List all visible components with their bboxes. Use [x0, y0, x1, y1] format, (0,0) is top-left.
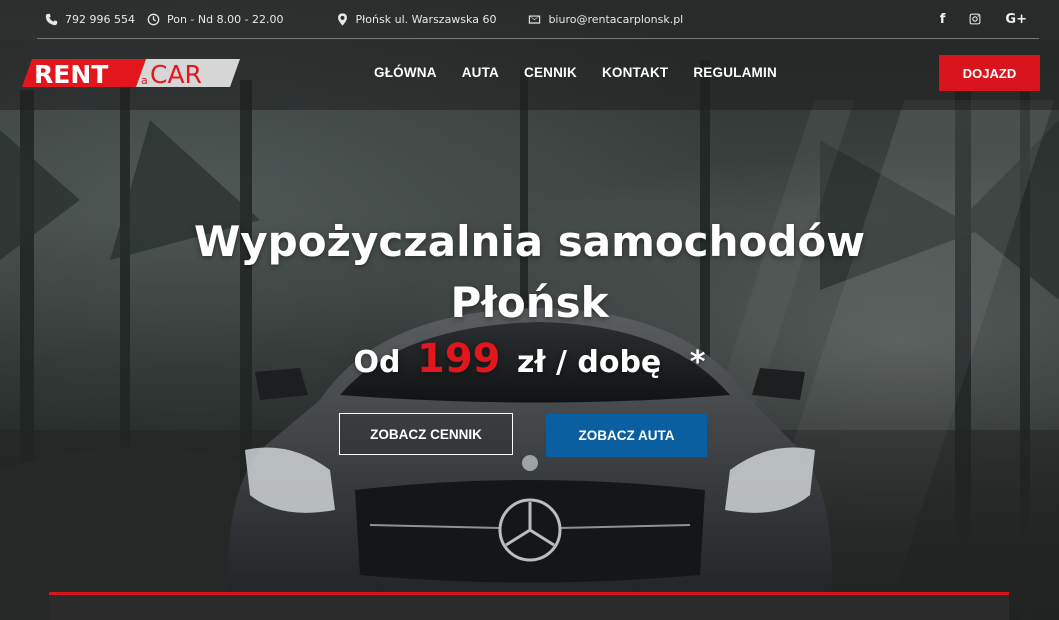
nav-item-glowna[interactable]: GŁÓWNA — [374, 65, 437, 80]
phone-info[interactable]: 792 996 554 — [45, 13, 135, 26]
address-text: Płońsk ul. Warszawska 60 — [355, 12, 497, 26]
content-panel-top — [49, 592, 1009, 620]
social-links: f G+ — [940, 12, 1027, 27]
main-header: RENT a CAR GŁÓWNA AUTA CENNIK KONTAKT RE… — [0, 40, 1059, 110]
phone-icon — [45, 13, 58, 25]
svg-text:a: a — [141, 74, 148, 87]
email-info[interactable]: biuro@rentacarplonsk.pl — [528, 13, 683, 26]
facebook-icon[interactable]: f — [940, 12, 946, 27]
price-footnote-star: * — [689, 345, 706, 380]
top-info-bar: 792 996 554 Pon - Nd 8.00 - 22.00 Płońsk… — [0, 0, 1059, 40]
main-nav: GŁÓWNA AUTA CENNIK KONTAKT REGULAMIN — [374, 65, 777, 80]
price-line: Od 199 zł / dobę * — [0, 336, 1059, 382]
svg-text:RENT: RENT — [34, 60, 108, 88]
envelope-icon — [529, 14, 541, 24]
map-pin-icon — [337, 12, 347, 26]
nav-item-auta[interactable]: AUTA — [462, 65, 499, 80]
hero-title-line1: Wypożyczalnia samochodów — [193, 217, 866, 266]
see-pricing-button[interactable]: ZOBACZ CENNIK — [339, 413, 513, 455]
nav-item-regulamin[interactable]: REGULAMIN — [693, 65, 777, 80]
phone-number: 792 996 554 — [65, 12, 135, 26]
price-prefix: Od — [353, 345, 401, 380]
address-info: Płońsk ul. Warszawska 60 — [336, 12, 497, 26]
google-plus-icon[interactable]: G+ — [1005, 12, 1027, 27]
nav-item-kontakt[interactable]: KONTAKT — [602, 65, 668, 80]
hours-info: Pon - Nd 8.00 - 22.00 — [147, 13, 284, 26]
price-suffix: zł / dobę — [516, 345, 662, 380]
nav-item-cennik[interactable]: CENNIK — [524, 65, 577, 80]
svg-text:CAR: CAR — [150, 60, 202, 88]
see-cars-button[interactable]: ZOBACZ AUTA — [546, 414, 707, 457]
hero-title-line2: Płońsk — [450, 278, 609, 327]
clock-icon — [147, 13, 160, 25]
instagram-icon[interactable] — [969, 13, 981, 25]
opening-hours: Pon - Nd 8.00 - 22.00 — [166, 12, 284, 26]
price-amount: 199 — [416, 336, 501, 382]
hero-section: 792 996 554 Pon - Nd 8.00 - 22.00 Płońsk… — [0, 0, 1059, 620]
email-address: biuro@rentacarplonsk.pl — [548, 12, 684, 26]
dojazd-button[interactable]: DOJAZD — [939, 55, 1040, 91]
rent-a-car-logo[interactable]: RENT a CAR — [22, 58, 240, 88]
